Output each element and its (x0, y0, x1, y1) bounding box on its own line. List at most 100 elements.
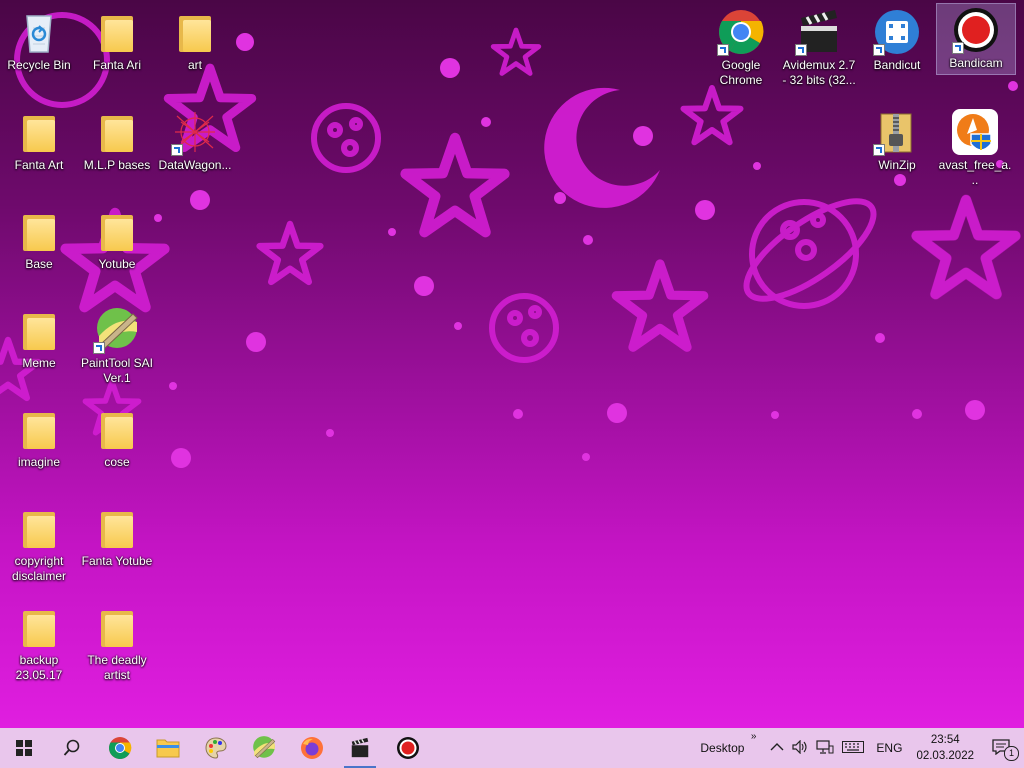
desktop-icon-bandicam[interactable]: Bandicam (936, 3, 1016, 75)
keyboard-icon (842, 740, 865, 753)
shortcut-arrow-icon (171, 144, 183, 156)
folder-icon (93, 8, 141, 56)
start-button[interactable] (0, 728, 48, 768)
folder-icon (171, 8, 219, 56)
folder-icon (15, 504, 63, 552)
desktop-icon-google-chrome[interactable]: Google Chrome (702, 6, 780, 88)
toolbar-chevron-icon: » (750, 731, 757, 742)
speaker-icon (792, 739, 807, 754)
folder-icon (93, 108, 141, 156)
firefox-icon (301, 737, 323, 759)
desktop-icon-label: Fanta Art (14, 158, 64, 172)
datawagon-icon (171, 108, 219, 156)
bandicam-icon (397, 737, 419, 759)
desktop-icon-bandicut[interactable]: Bandicut (858, 6, 936, 73)
desktop-icon-the-deadly-artist[interactable]: The deadly artist (78, 601, 156, 683)
desktop-icon-fanta-art[interactable]: Fanta Art (0, 106, 78, 173)
desktop-icon-label: PaintTool SAI Ver.1 (80, 356, 154, 385)
taskbar-bandicam[interactable] (384, 728, 432, 768)
desktop-icon-label: imagine (17, 455, 61, 469)
shortcut-arrow-icon (93, 342, 105, 354)
desktop-icon-label: avast_free_a... (938, 158, 1012, 187)
taskbar-avidemux[interactable] (336, 728, 384, 768)
desktop-icon-backup[interactable]: backup 23.05.17 (0, 601, 78, 683)
desktop-icon-base[interactable]: Base (0, 205, 78, 272)
desktop-icon-label: Bandicut (873, 58, 921, 72)
desktop-icon-recycle-bin[interactable]: Recycle Bin (0, 6, 78, 73)
desktop-icon-art[interactable]: art (156, 6, 234, 73)
volume-button[interactable] (788, 739, 812, 757)
search-icon (63, 739, 80, 756)
desktop-icon-avidemux[interactable]: Avidemux 2.7 - 32 bits (32... (780, 6, 858, 88)
clock-date: 02.03.2022 (916, 750, 974, 762)
search-button[interactable] (48, 728, 96, 768)
desktop-icon-fanta-ari[interactable]: Fanta Ari (78, 6, 156, 73)
desktop-icon-label: art (187, 58, 202, 72)
notification-badge: 1 (1004, 745, 1019, 761)
folder-icon (93, 603, 141, 651)
folder-icon (15, 603, 63, 651)
windows-start-icon (16, 740, 32, 756)
taskbar-chrome[interactable] (96, 728, 144, 768)
network-icon (816, 739, 834, 754)
winzip-icon (873, 108, 921, 156)
desktop-icon-label: Recycle Bin (7, 58, 71, 72)
clock-time: 23:54 (930, 734, 960, 746)
language-indicator[interactable]: ENG (872, 741, 906, 755)
desktop-icon-label: The deadly artist (87, 653, 147, 682)
desktop-icon-cose[interactable]: cose (78, 403, 156, 470)
desktop-icon-label: M.L.P bases (83, 158, 151, 172)
desktop-icon-imagine[interactable]: imagine (0, 403, 78, 470)
desktop-toolbar-label: Desktop (700, 741, 745, 755)
desktop-toolbar[interactable]: Desktop » (696, 731, 756, 755)
shortcut-arrow-icon (873, 44, 885, 56)
desktop-icon-winzip[interactable]: WinZip (858, 106, 936, 173)
folder-icon (93, 405, 141, 453)
desktop[interactable]: Recycle Bin Fanta Art Base Meme imagine … (0, 0, 1024, 728)
desktop-icon-label: Bandicam (949, 56, 1003, 70)
chevron-up-icon (770, 743, 784, 751)
folder-icon (15, 405, 63, 453)
desktop-icon-label: Meme (22, 356, 56, 370)
desktop-icon-label: Yotube (98, 257, 136, 271)
avast-icon (951, 108, 999, 156)
desktop-icon-meme[interactable]: Meme (0, 304, 78, 371)
desktop-icon-datawagon[interactable]: DataWagon... (156, 106, 234, 173)
show-hidden-icons-button[interactable] (766, 741, 788, 755)
desktop-icon-label: DataWagon... (158, 158, 232, 172)
system-tray: Desktop » ENG 23:54 02.03.2022 1 (696, 728, 1024, 768)
desktop-icon-fanta-yotube[interactable]: Fanta Yotube (78, 502, 156, 569)
shortcut-arrow-icon (717, 44, 729, 56)
taskbar-firefox[interactable] (288, 728, 336, 768)
painttool-sai-icon (93, 306, 141, 354)
taskbar-paint[interactable] (192, 728, 240, 768)
desktop-icon-painttool-sai[interactable]: PaintTool SAI Ver.1 (78, 304, 156, 386)
desktop-icon-label: copyright disclaimer (11, 554, 66, 583)
desktop-icon-label: Fanta Yotube (81, 554, 153, 568)
folder-icon (93, 504, 141, 552)
desktop-icon-mlp-bases[interactable]: M.L.P bases (78, 106, 156, 173)
folder-icon (15, 306, 63, 354)
shortcut-arrow-icon (952, 42, 964, 54)
desktop-icon-label: Base (25, 257, 53, 271)
chrome-icon (717, 8, 765, 56)
taskbar: Desktop » ENG 23:54 02.03.2022 1 (0, 728, 1024, 768)
recycle-bin-icon (15, 8, 63, 56)
touch-keyboard-button[interactable] (838, 740, 868, 756)
desktop-icon-label: backup 23.05.17 (15, 653, 63, 682)
network-button[interactable] (812, 739, 838, 757)
folder-icon (15, 108, 63, 156)
painttool-sai-icon (253, 736, 276, 759)
desktop-icon-label: Avidemux 2.7 - 32 bits (32... (782, 58, 856, 87)
avidemux-icon (351, 737, 369, 758)
action-center-button[interactable]: 1 (984, 738, 1024, 761)
file-explorer-icon (156, 739, 180, 758)
chrome-icon (109, 737, 132, 759)
desktop-icon-copyright-disclaimer[interactable]: copyright disclaimer (0, 502, 78, 584)
taskbar-file-explorer[interactable] (144, 728, 192, 768)
clock[interactable]: 23:54 02.03.2022 (906, 732, 984, 764)
taskbar-painttool-sai[interactable] (240, 728, 288, 768)
shortcut-arrow-icon (873, 144, 885, 156)
desktop-icon-avast[interactable]: avast_free_a... (936, 106, 1014, 188)
desktop-icon-yotube[interactable]: Yotube (78, 205, 156, 272)
